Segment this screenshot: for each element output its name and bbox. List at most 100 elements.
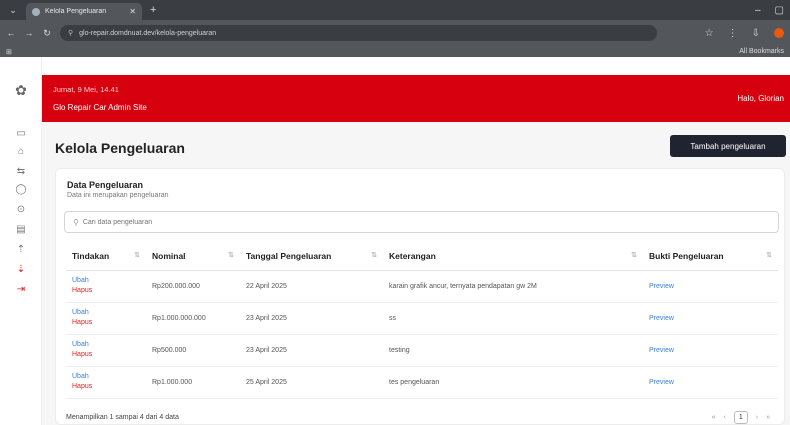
sidebar-item-report-icon[interactable]: ▤ <box>11 223 31 237</box>
preview-link[interactable]: Preview <box>649 347 674 354</box>
column-header-bukti[interactable]: Bukti Pengeluaran ⇅ <box>643 242 778 271</box>
edit-link[interactable]: Ubah <box>72 308 146 318</box>
add-expense-button[interactable]: Tambah pengeluaran <box>670 135 786 157</box>
page-title: Kelola Pengeluaran <box>55 140 185 156</box>
sort-icon[interactable]: ⇅ <box>631 251 637 259</box>
action-cell: Ubah Hapus <box>66 270 146 303</box>
tab-title: Kelola Pengeluaran <box>45 8 107 15</box>
current-page-button[interactable]: 1 <box>733 411 748 424</box>
preview-link[interactable]: Preview <box>649 315 674 322</box>
window-menu-icon[interactable]: ⌄ <box>0 0 26 20</box>
next-page-icon[interactable]: › <box>756 414 758 421</box>
profile-avatar[interactable] <box>774 28 784 38</box>
url-text: glo-repair.domdnuat.dev/kelola-pengeluar… <box>79 29 217 37</box>
table-row: Ubah Hapus Rp1.000.000 25 April 2025 tes … <box>66 366 778 399</box>
card-title: Data Pengeluaran <box>67 180 144 190</box>
prev-page-icon[interactable]: ‹ <box>724 414 726 421</box>
nominal-cell: Rp1.000.000.000 <box>146 302 240 335</box>
nominal-cell: Rp500.000 <box>146 334 240 367</box>
sort-icon[interactable]: ⇅ <box>228 251 234 259</box>
table-row: Ubah Hapus Rp200.000.000 22 April 2025 ka… <box>66 270 778 303</box>
sort-icon[interactable]: ⇅ <box>371 251 377 259</box>
preview-link[interactable]: Preview <box>649 283 674 290</box>
all-bookmarks-link[interactable]: All Bookmarks <box>739 48 784 55</box>
card-subtitle: Data ini merupakan pengeluaran <box>67 192 169 199</box>
action-cell: Ubah Hapus <box>66 366 146 399</box>
column-header-tindakan[interactable]: Tindakan ⇅ <box>66 242 146 271</box>
proof-cell: Preview <box>643 302 778 335</box>
last-page-icon[interactable]: » <box>766 414 770 421</box>
nominal-cell: Rp200.000.000 <box>146 270 240 303</box>
sort-icon[interactable]: ⇅ <box>766 251 772 259</box>
delete-link[interactable]: Hapus <box>72 382 146 392</box>
proof-cell: Preview <box>643 334 778 367</box>
site-info-icon[interactable]: ⚲ <box>68 29 73 37</box>
back-icon[interactable]: ← <box>6 28 16 38</box>
extensions-icon[interactable]: ⋮ <box>728 28 738 39</box>
header-banner: Jumat, 9 Mei, 14.41 Glo Repair Car Admin… <box>42 75 790 122</box>
date-cell: 22 April 2025 <box>240 270 383 303</box>
bookmarks-bar: ⊞ All Bookmarks <box>0 46 790 57</box>
main-content: Kelola Pengeluaran Tambah pengeluaran Da… <box>42 122 790 425</box>
sidebar-item-cars-icon[interactable]: ⇆ <box>11 165 31 179</box>
edit-link[interactable]: Ubah <box>72 372 146 382</box>
column-header-tanggal[interactable]: Tanggal Pengeluaran ⇅ <box>240 242 383 271</box>
description-cell: ss <box>383 302 643 335</box>
search-box[interactable]: ⚲ <box>64 211 779 233</box>
sidebar-item-expense-icon[interactable]: ⇣ <box>11 263 31 277</box>
delete-link[interactable]: Hapus <box>72 286 146 296</box>
url-field[interactable]: ⚲ glo-repair.domdnuat.dev/kelola-pengelu… <box>60 25 657 41</box>
pagination-info: Menampilkan 1 sampai 4 dari 4 data <box>66 414 179 421</box>
table-footer: Menampilkan 1 sampai 4 dari 4 data « ‹ 1… <box>0 406 790 425</box>
proof-cell: Preview <box>643 270 778 303</box>
new-tab-icon[interactable]: + <box>150 4 156 16</box>
minimize-icon[interactable]: – <box>755 5 761 16</box>
expense-card: Data Pengeluaran Data ini merupakan peng… <box>55 168 785 425</box>
edit-link[interactable]: Ubah <box>72 276 146 286</box>
column-header-keterangan[interactable]: Keterangan ⇅ <box>383 242 643 271</box>
search-input[interactable] <box>82 218 763 226</box>
current-date: Jumat, 9 Mei, 14.41 <box>53 85 119 94</box>
column-header-nominal[interactable]: Nominal ⇅ <box>146 242 240 271</box>
sidebar-item-garage-icon[interactable]: ⌂ <box>11 145 31 159</box>
sidebar-item-income-icon[interactable]: ⇡ <box>11 243 31 257</box>
tab-favicon-icon <box>32 7 40 16</box>
sidebar-item-service-icon[interactable]: ⊙ <box>11 203 31 217</box>
bookmark-star-icon[interactable]: ☆ <box>705 28 714 39</box>
sidebar: ✿ ▭ ⌂ ⇆ ◯ ⊙ ▤ ⇡ ⇣ ⇥ <box>0 57 42 425</box>
close-tab-icon[interactable]: ✕ <box>129 7 136 16</box>
address-bar-row: ← → ↻ ⚲ glo-repair.domdnuat.dev/kelola-p… <box>0 20 790 46</box>
description-cell: testing <box>383 334 643 367</box>
user-greeting[interactable]: Halo, Glorian <box>737 94 784 103</box>
action-cell: Ubah Hapus <box>66 334 146 367</box>
pagination: « ‹ 1 › » <box>712 411 770 424</box>
logo-icon: ✿ <box>15 82 27 98</box>
forward-icon[interactable]: → <box>24 28 34 38</box>
date-cell: 25 April 2025 <box>240 366 383 399</box>
sidebar-item-dashboard-icon[interactable]: ▭ <box>11 127 31 141</box>
restore-icon[interactable]: ▢ <box>775 5 784 16</box>
expense-table: Tindakan ⇅ Nominal ⇅ Tanggal Pengeluaran ⇅ … <box>66 242 778 399</box>
date-cell: 23 April 2025 <box>240 334 383 367</box>
browser-tab[interactable]: Kelola Pengeluaran ✕ <box>26 3 142 20</box>
table-row: Ubah Hapus Rp500.000 23 April 2025 testin… <box>66 334 778 367</box>
description-cell: karain grafik ancur, ternyata pendapatan… <box>383 270 643 303</box>
sort-icon[interactable]: ⇅ <box>134 251 140 259</box>
delete-link[interactable]: Hapus <box>72 350 146 360</box>
delete-link[interactable]: Hapus <box>72 318 146 328</box>
nominal-cell: Rp1.000.000 <box>146 366 240 399</box>
logout-icon[interactable]: ⇥ <box>11 283 31 297</box>
first-page-icon[interactable]: « <box>712 414 716 421</box>
preview-link[interactable]: Preview <box>649 379 674 386</box>
proof-cell: Preview <box>643 366 778 399</box>
action-cell: Ubah Hapus <box>66 302 146 335</box>
reload-icon[interactable]: ↻ <box>42 28 52 39</box>
sidebar-item-chat-icon[interactable]: ◯ <box>11 183 31 197</box>
edit-link[interactable]: Ubah <box>72 340 146 350</box>
table-row: Ubah Hapus Rp1.000.000.000 23 April 2025 … <box>66 302 778 335</box>
apps-grid-icon[interactable]: ⊞ <box>6 48 12 56</box>
description-cell: tes pengeluaran <box>383 366 643 399</box>
site-name: Glo Repair Car Admin Site <box>53 103 147 112</box>
download-icon[interactable]: ⇩ <box>752 28 760 39</box>
date-cell: 23 April 2025 <box>240 302 383 335</box>
